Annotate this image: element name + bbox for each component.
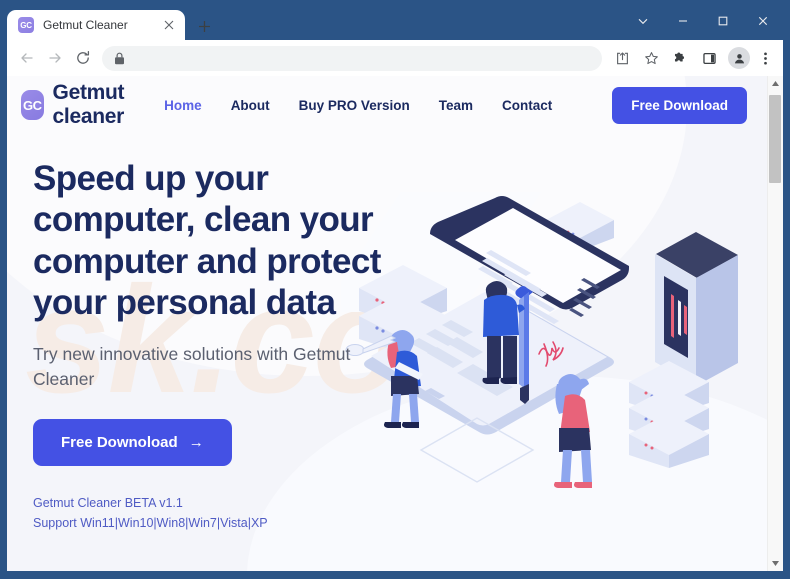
window-controls [623,6,783,36]
brand-logo[interactable]: GC Getmut cleaner [21,81,164,129]
hero-headline: Speed up your computer, clean your compu… [33,159,381,322]
tab-favicon: GC [18,17,34,33]
hero-subtitle: Try new innovative solutions with Getmut… [33,344,351,390]
maximize-button[interactable] [703,7,743,35]
share-icon [617,51,628,64]
toolbar-right-actions [609,45,775,72]
tab-title: Getmut Cleaner [43,18,128,32]
close-icon [758,16,768,26]
nav-free-download-button[interactable]: Free Download [612,86,747,124]
close-icon[interactable] [161,17,177,33]
close-button[interactable] [743,7,783,35]
person-avatar-icon [734,53,744,63]
plus-icon [198,20,210,32]
nav-item-about[interactable]: About [231,98,270,113]
hero-section: Speed up your computer, clean your compu… [7,134,407,533]
hero-cta-label: Free Downoload [61,433,178,451]
new-tab-button[interactable] [190,12,218,40]
scrollbar-thumb[interactable] [769,95,781,183]
profile-avatar[interactable] [728,47,750,69]
web-page: sk.com GC Getmut cleaner Home About Buy … [7,76,767,571]
nav-item-buy-pro-version[interactable]: Buy PRO Version [299,98,410,113]
maximize-icon [718,16,728,26]
bookmark-button[interactable] [638,45,665,72]
page-viewport: sk.com GC Getmut cleaner Home About Buy … [7,76,783,571]
chevron-down-icon [638,18,648,25]
arrow-right-icon: → [188,433,204,451]
nav-item-contact[interactable]: Contact [502,98,552,113]
support-line: Support Win11|Win10|Win8|Win7|Vista|XP [33,516,268,531]
site-header: GC Getmut cleaner Home About Buy PRO Ver… [7,76,767,134]
logo-icon: GC [21,90,44,120]
browser-menu-button[interactable] [755,45,775,72]
tab-search-chevron-button[interactable] [623,7,663,35]
browser-window: GC Getmut Cleaner sk.com GC Getmut clean… [0,0,790,579]
page-scrollbar[interactable] [767,76,783,571]
browser-toolbar [7,40,783,76]
browser-tab[interactable]: GC Getmut Cleaner [7,10,185,40]
forward-arrow-icon [48,53,61,63]
address-bar[interactable] [102,45,602,71]
lock-icon [115,52,124,64]
tab-strip: GC Getmut Cleaner [7,6,783,40]
share-button[interactable] [609,45,636,72]
minimize-icon [679,20,687,22]
extensions-button[interactable] [667,45,694,72]
forward-button[interactable] [41,45,68,72]
three-dot-menu-icon [763,51,767,65]
puzzle-piece-icon [674,52,685,61]
main-navigation: Home About Buy PRO Version Team Contact … [164,86,747,124]
scroll-up-arrow[interactable] [768,76,783,91]
back-button[interactable] [13,45,40,72]
minimize-button[interactable] [663,7,703,35]
version-line: Getmut Cleaner BETA v1.1 [33,495,183,510]
side-panel-icon [703,52,716,64]
nav-item-home[interactable]: Home [164,98,202,113]
back-arrow-icon [20,53,33,63]
brand-name: Getmut cleaner [52,81,125,128]
nav-item-team[interactable]: Team [439,98,473,113]
side-panel-button[interactable] [696,45,723,72]
scrollbar-track[interactable] [768,91,783,556]
star-icon [645,51,658,64]
reload-icon [76,50,89,64]
reload-button[interactable] [69,45,96,72]
hero-free-download-button[interactable]: Free Downoload → [33,418,232,466]
scroll-down-arrow[interactable] [768,556,783,571]
version-info: Getmut Cleaner BETA v1.1 Support Win11|W… [33,493,407,534]
